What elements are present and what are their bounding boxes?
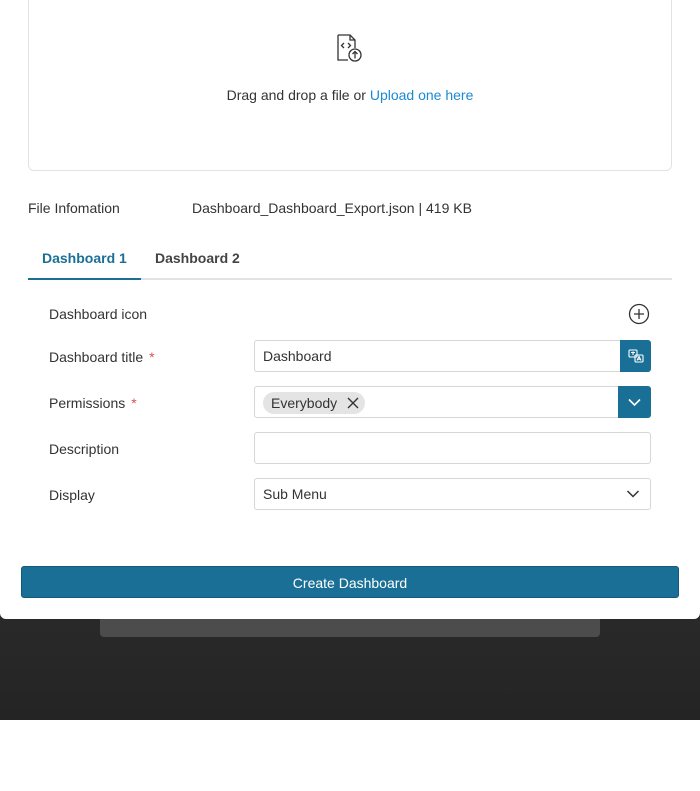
permissions-label: Permissions * xyxy=(49,395,137,411)
description-input[interactable] xyxy=(254,432,651,464)
permission-chip-label: Everybody xyxy=(271,395,338,411)
tab-dashboard-1[interactable]: Dashboard 1 xyxy=(28,238,141,280)
add-icon[interactable] xyxy=(628,303,650,325)
permissions-label-text: Permissions xyxy=(49,395,126,411)
required-mark: * xyxy=(149,349,155,365)
permissions-multiselect[interactable]: Everybody xyxy=(254,386,619,418)
close-icon[interactable] xyxy=(347,397,359,409)
translate-button[interactable] xyxy=(620,340,651,372)
dashboard-title-input[interactable]: Dashboard xyxy=(254,340,621,372)
dashboard-tabs: Dashboard 1 Dashboard 2 xyxy=(28,238,672,280)
dashboard-title-label-text: Dashboard title xyxy=(49,349,144,365)
file-upload-icon xyxy=(337,34,362,62)
import-dashboard-panel: Drag and drop a file or Upload one here … xyxy=(0,0,700,619)
dropzone-prompt: Drag and drop a file or xyxy=(226,87,370,103)
permissions-dropdown-button[interactable] xyxy=(618,386,651,418)
chevron-down-icon xyxy=(626,490,640,498)
dashboard-title-label: Dashboard title * xyxy=(49,349,155,365)
description-label: Description xyxy=(49,441,120,457)
display-label: Display xyxy=(49,487,95,503)
create-dashboard-button[interactable]: Create Dashboard xyxy=(21,566,679,598)
file-info-value: Dashboard_Dashboard_Export.json | 419 KB xyxy=(192,200,472,216)
tab-dashboard-2[interactable]: Dashboard 2 xyxy=(141,238,254,280)
file-dropzone[interactable]: Drag and drop a file or Upload one here xyxy=(28,0,672,171)
required-mark: * xyxy=(131,395,137,411)
upload-link[interactable]: Upload one here xyxy=(370,87,474,103)
translate-icon xyxy=(628,349,644,363)
dropzone-text: Drag and drop a file or Upload one here xyxy=(29,87,671,103)
display-select-value: Sub Menu xyxy=(263,486,327,502)
chevron-down-icon xyxy=(628,398,641,407)
file-info-label: File Infomation xyxy=(28,200,120,216)
display-select[interactable]: Sub Menu xyxy=(254,478,651,510)
permission-chip: Everybody xyxy=(263,392,365,414)
dashboard-icon-label: Dashboard icon xyxy=(49,306,148,322)
